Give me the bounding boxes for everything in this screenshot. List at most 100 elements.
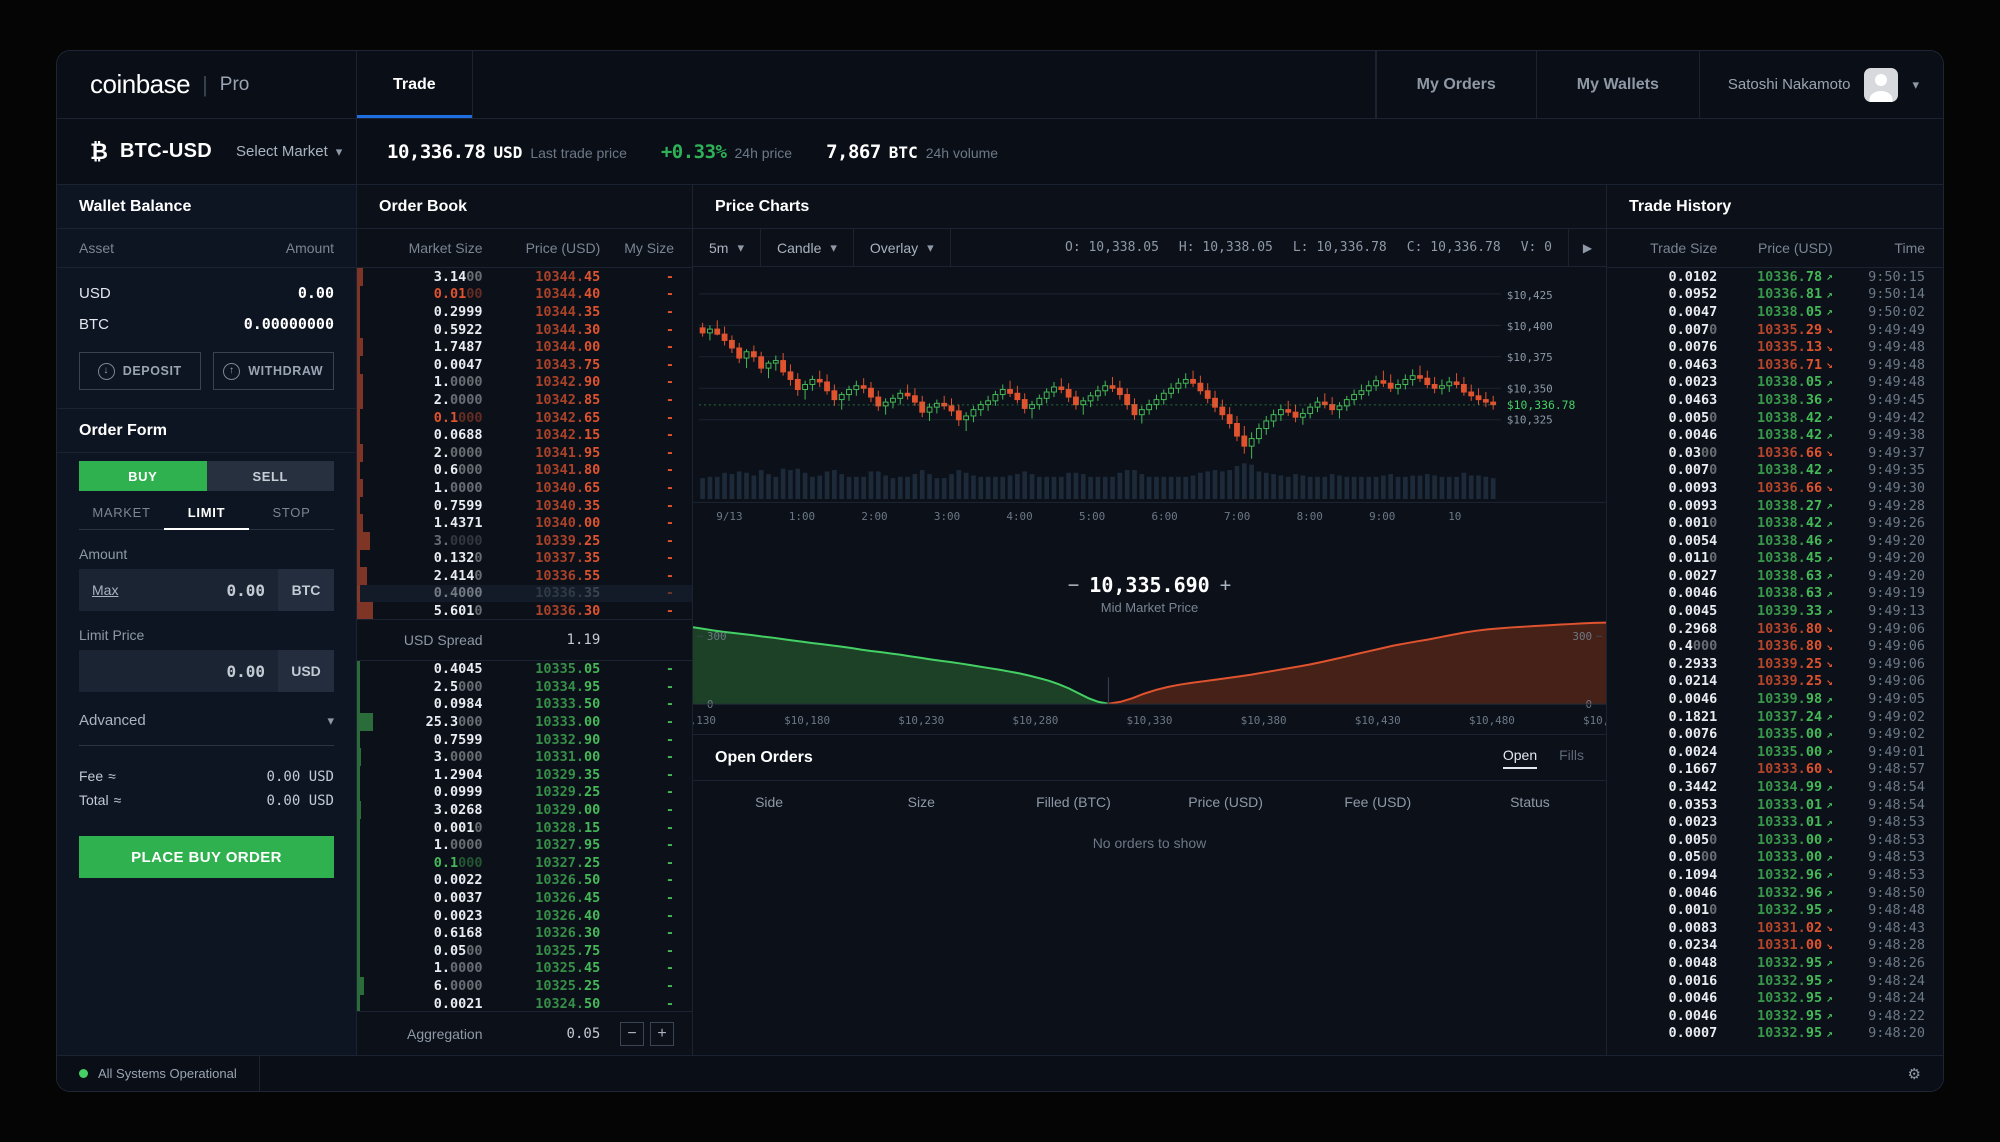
order-book-row[interactable]: 2.0000 10342.85- [357,391,692,409]
order-book-row[interactable]: 0.0047 10343.75- [357,355,692,374]
order-book-row[interactable]: 2.0000 10341.95- [357,443,692,462]
trade-history-row[interactable]: 0.2968 10336.80 ↘ 9:49:06 [1607,620,1943,638]
order-book-row[interactable]: 1.4371 10340.00- [357,514,692,532]
order-book-row[interactable]: 1.0000 10325.45- [357,959,692,978]
order-book-row[interactable]: 3.0000 10339.25- [357,531,692,550]
order-book-row[interactable]: 0.7599 10332.90- [357,730,692,749]
trade-history-row[interactable]: 0.0353 10333.01 ↗ 9:48:54 [1607,796,1943,814]
order-book-row[interactable]: 0.0037 10326.45- [357,889,692,907]
order-book-row[interactable]: 0.6168 10326.30- [357,924,692,942]
trade-history-row[interactable]: 0.0046 10332.95 ↗ 9:48:22 [1607,1007,1943,1025]
limit-price-input[interactable]: 0.00 [79,650,278,692]
trade-history-row[interactable]: 0.0048 10332.95 ↗ 9:48:26 [1607,954,1943,972]
order-book-row[interactable]: 0.0010 10328.15- [357,818,692,837]
play-button[interactable]: ▶ [1568,229,1606,266]
trade-history-row[interactable]: 0.0054 10338.46 ↗ 9:49:20 [1607,532,1943,550]
order-book-row[interactable]: 6.0000 10325.25- [357,977,692,995]
order-book-row[interactable]: 5.6010 10336.30- [357,602,692,619]
tab-trade[interactable]: Trade [357,51,473,118]
order-type-tab-market[interactable]: MARKET [79,505,164,529]
order-book-row[interactable]: 2.5000 10334.95- [357,678,692,696]
trade-history-row[interactable]: 0.0463 10338.36 ↗ 9:49:45 [1607,391,1943,409]
trade-history-row[interactable]: 0.0007 10332.95 ↗ 9:48:20 [1607,1025,1943,1043]
order-book-asks[interactable]: 3.1400 10344.45-0.0100 10344.40-0.2999 1034… [357,268,692,619]
trade-history-row[interactable]: 0.0093 10336.66 ↘ 9:49:30 [1607,479,1943,497]
order-book-row[interactable]: 3.0268 10329.00- [357,801,692,819]
trade-history-row[interactable]: 0.0023 10338.05 ↗ 9:49:48 [1607,374,1943,392]
trade-history-row[interactable]: 0.0110 10338.45 ↗ 9:49:20 [1607,550,1943,568]
order-book-row[interactable]: 0.0688 10342.15- [357,426,692,444]
order-book-row[interactable]: 1.0000 10340.65- [357,479,692,497]
trade-history-row[interactable]: 0.0023 10333.01 ↗ 9:48:53 [1607,813,1943,831]
trade-history-row[interactable]: 0.0050 10333.00 ↗ 9:48:53 [1607,831,1943,849]
order-book-row[interactable]: 0.0500 10325.75- [357,942,692,960]
trade-history-row[interactable]: 0.0010 10332.95 ↗ 9:48:48 [1607,901,1943,919]
brand-logo[interactable]: coinbase | Pro [57,51,357,118]
trade-history-row[interactable]: 0.0046 10339.98 ↗ 9:49:05 [1607,690,1943,708]
order-book-row[interactable]: 0.1000 10327.25- [357,854,692,872]
candlestick-chart[interactable]: $10,425 $10,400 $10,375 $10,350 $10,325 $10,3… [693,267,1606,567]
trade-history-row[interactable]: 0.0016 10332.95 ↗ 9:48:24 [1607,972,1943,990]
order-book-row[interactable]: 0.0984 10333.50- [357,695,692,714]
market-selector-group[interactable]: ₿ BTC-USD Select Market ▾ [57,119,357,184]
trade-history-row[interactable]: 0.0050 10338.42 ↗ 9:49:42 [1607,409,1943,427]
order-book-row[interactable]: 3.1400 10344.45- [357,268,692,286]
trade-history-row[interactable]: 0.0952 10336.81 ↗ 9:50:14 [1607,286,1943,304]
user-menu[interactable]: Satoshi Nakamoto ▾ [1698,51,1943,118]
order-book-row[interactable]: 0.5922 10344.30- [357,320,692,339]
overlay-dropdown[interactable]: Overlay ▾ [854,229,951,266]
order-book-row[interactable]: 0.0023 10326.40- [357,906,692,925]
trade-history-row[interactable]: 0.0093 10338.27 ↗ 9:49:28 [1607,497,1943,515]
trade-history-row[interactable]: 0.0046 10338.42 ↗ 9:49:38 [1607,426,1943,444]
system-status[interactable]: All Systems Operational [57,1056,260,1091]
order-book-row[interactable]: 0.0022 10326.50- [357,871,692,890]
trade-history-row[interactable]: 0.0010 10338.42 ↗ 9:49:26 [1607,514,1943,532]
trade-history-row[interactable]: 0.0047 10338.05 ↗ 9:50:02 [1607,303,1943,321]
aggregation-increase-button[interactable]: + [649,1021,674,1046]
nav-my-wallets[interactable]: My Wallets [1535,51,1699,118]
trade-history-row[interactable]: 0.0300 10336.66 ↘ 9:49:37 [1607,444,1943,462]
trade-history-row[interactable]: 0.0046 10332.95 ↗ 9:48:24 [1607,989,1943,1007]
tab-open[interactable]: Open [1502,747,1538,769]
sell-tab[interactable]: SELL [206,461,334,491]
trade-history-row[interactable]: 0.0463 10336.71 ↘ 9:49:48 [1607,356,1943,374]
trade-history-row[interactable]: 0.2933 10339.25 ↘ 9:49:06 [1607,655,1943,673]
trade-history-list[interactable]: 0.0102 10336.78 ↗ 9:50:15 0.0952 10336.81 ↗ 9:5… [1607,268,1943,1055]
trade-history-row[interactable]: 0.0083 10331.02 ↘ 9:48:43 [1607,919,1943,937]
trade-history-row[interactable]: 0.0076 10335.00 ↗ 9:49:02 [1607,725,1943,743]
trade-history-row[interactable]: 0.0214 10339.25 ↘ 9:49:06 [1607,673,1943,691]
order-type-tab-stop[interactable]: STOP [249,505,334,529]
select-market-dropdown[interactable]: Select Market ▾ [236,143,342,160]
depth-chart[interactable]: 30030000$10,130$10,180$10,230$10,280$10,… [692,567,1607,735]
amount-input[interactable]: Max 0.00 [79,569,278,611]
buy-tab[interactable]: BUY [79,461,207,491]
tab-fills[interactable]: Fills [1559,747,1584,769]
order-book-row[interactable]: 0.4000 10336.35- [357,584,692,603]
chart-type-dropdown[interactable]: Candle ▾ [761,229,854,266]
interval-dropdown[interactable]: 5m ▾ [693,229,761,266]
order-book-row[interactable]: 1.2904 10329.35- [357,766,692,784]
order-book-row[interactable]: 2.4140 10336.55- [357,567,692,585]
trade-history-row[interactable]: 0.0102 10336.78 ↗ 9:50:15 [1607,268,1943,286]
trade-history-row[interactable]: 0.0076 10335.13 ↘ 9:49:48 [1607,338,1943,356]
order-book-row[interactable]: 0.0021 10324.50- [357,994,692,1011]
gear-icon[interactable]: ⚙ [1908,1065,1943,1083]
order-book-row[interactable]: 1.7487 10344.00- [357,338,692,356]
trade-history-row[interactable]: 0.0024 10335.00 ↗ 9:49:01 [1607,743,1943,761]
order-book-row[interactable]: 0.4045 10335.05- [357,660,692,679]
trade-history-row[interactable]: 0.0027 10338.63 ↗ 9:49:20 [1607,567,1943,585]
trade-history-row[interactable]: 0.0234 10331.00 ↘ 9:48:28 [1607,937,1943,955]
order-book-row[interactable]: 0.6000 10341.80- [357,461,692,480]
order-book-row[interactable]: 0.1320 10337.35- [357,549,692,568]
trade-history-row[interactable]: 0.0070 10338.42 ↗ 9:49:35 [1607,462,1943,480]
trade-history-row[interactable]: 0.0045 10339.33 ↗ 9:49:13 [1607,602,1943,620]
withdraw-button[interactable]: ↑ WITHDRAW [212,352,334,390]
order-book-row[interactable]: 0.0100 10344.40- [357,285,692,304]
order-book-bids[interactable]: 0.4045 10335.05-2.5000 10334.95-0.0984 1033… [357,660,692,1011]
place-buy-order-button[interactable]: PLACE BUY ORDER [79,836,334,878]
order-book-row[interactable]: 1.0000 10342.90- [357,373,692,392]
nav-my-orders[interactable]: My Orders [1375,51,1536,118]
order-book-row[interactable]: 0.2999 10344.35- [357,303,692,321]
trade-history-row[interactable]: 0.3442 10334.99 ↗ 9:48:54 [1607,778,1943,796]
trade-history-row[interactable]: 0.0046 10332.96 ↗ 9:48:50 [1607,884,1943,902]
